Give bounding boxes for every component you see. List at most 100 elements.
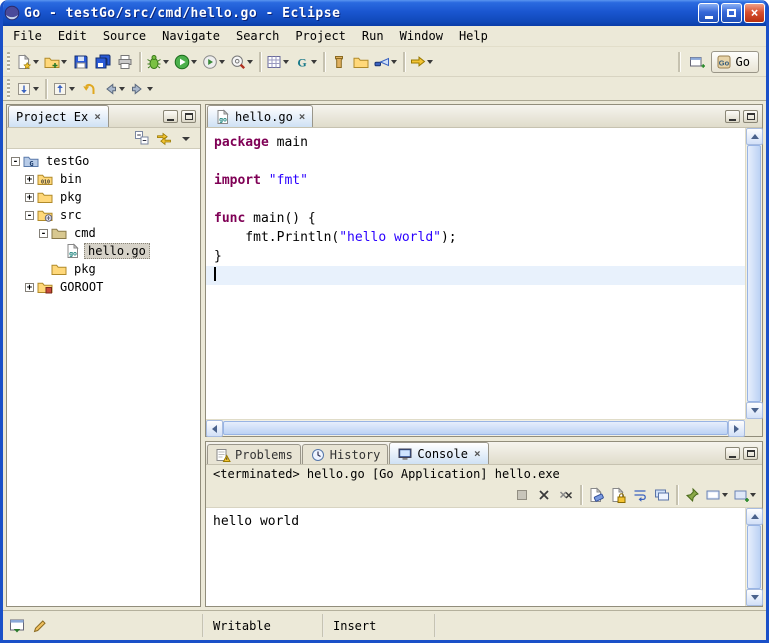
collapse-icon[interactable]: -: [11, 157, 20, 166]
save-all-button[interactable]: [92, 50, 114, 74]
maximize-view-button[interactable]: [181, 110, 196, 123]
open-folder-button[interactable]: [350, 50, 372, 74]
dropdown-arrow-icon[interactable]: [69, 87, 75, 91]
maximize-button[interactable]: [721, 3, 742, 23]
scroll-track[interactable]: [746, 145, 762, 402]
fast-view-button[interactable]: [7, 616, 27, 635]
scroll-left-button[interactable]: [206, 420, 223, 437]
tree-item-hello-go[interactable]: gohello.go: [7, 242, 200, 260]
scroll-up-button[interactable]: [746, 508, 763, 525]
remove-all-launches-button[interactable]: [555, 483, 577, 507]
print-button[interactable]: [114, 50, 136, 74]
tree-item-bin[interactable]: +010bin: [7, 170, 200, 188]
prev-annotation-button[interactable]: [50, 79, 78, 99]
code-line[interactable]: [206, 152, 745, 171]
dropdown-arrow-icon[interactable]: [311, 60, 317, 64]
close-tab-icon[interactable]: ×: [299, 110, 306, 123]
jar-import-button[interactable]: [328, 50, 350, 74]
code-line[interactable]: fmt.Println("hello world");: [206, 228, 745, 247]
minimize-button[interactable]: [698, 3, 719, 23]
maximize-editor-button[interactable]: [743, 110, 758, 123]
expand-icon[interactable]: +: [25, 175, 34, 184]
close-tab-icon[interactable]: ×: [94, 110, 101, 123]
open-console-button[interactable]: [731, 483, 759, 507]
code-line[interactable]: [206, 266, 745, 285]
menu-edit[interactable]: Edit: [50, 27, 95, 45]
scroll-thumb[interactable]: [223, 421, 728, 435]
dropdown-arrow-icon[interactable]: [61, 60, 67, 64]
open-perspective-button[interactable]: [686, 50, 708, 74]
tab-history[interactable]: History: [302, 444, 389, 464]
run-button[interactable]: [172, 50, 200, 74]
tab-hello-go[interactable]: go hello.go ×: [207, 105, 313, 127]
console-vertical-scrollbar[interactable]: [745, 508, 762, 606]
tree-item-pkg[interactable]: +pkg: [7, 188, 200, 206]
remove-launch-button[interactable]: [533, 483, 555, 507]
code-line[interactable]: }: [206, 247, 745, 266]
go-perspective-button[interactable]: Go Go: [711, 51, 759, 73]
dropdown-arrow-icon[interactable]: [722, 493, 728, 497]
last-edit-location-button[interactable]: [78, 79, 100, 99]
toolbar-grip[interactable]: [7, 79, 10, 99]
tab-console[interactable]: Console×: [389, 442, 488, 464]
go-grid-button[interactable]: [264, 50, 292, 74]
scroll-thumb[interactable]: [747, 145, 761, 402]
console-output[interactable]: hello world: [206, 508, 745, 606]
new-wizard-button[interactable]: [14, 50, 42, 74]
scroll-lock-button[interactable]: [607, 483, 629, 507]
scroll-track[interactable]: [746, 525, 762, 589]
dropdown-arrow-icon[interactable]: [163, 60, 169, 64]
pin-console-button[interactable]: [681, 483, 703, 507]
minimize-view-button[interactable]: [163, 110, 178, 123]
external-tools-button[interactable]: [228, 50, 256, 74]
code-editor[interactable]: package mainimport "fmt"func main() { fm…: [206, 128, 745, 419]
view-menu-button[interactable]: [176, 129, 196, 148]
go-new-button[interactable]: G: [292, 50, 320, 74]
tree-item-src[interactable]: -src: [7, 206, 200, 224]
close-tab-icon[interactable]: ×: [474, 447, 481, 460]
collapse-all-button[interactable]: [132, 129, 152, 148]
expand-icon[interactable]: +: [25, 283, 34, 292]
back-button[interactable]: [100, 79, 128, 99]
scroll-track[interactable]: [223, 420, 728, 436]
collapse-icon[interactable]: -: [25, 211, 34, 220]
terminate-button[interactable]: [511, 483, 533, 507]
editor-horizontal-scrollbar[interactable]: [206, 419, 745, 436]
search-button[interactable]: [372, 50, 400, 74]
forward-button[interactable]: [128, 79, 156, 99]
editor-vertical-scrollbar[interactable]: [745, 128, 762, 419]
menu-file[interactable]: File: [5, 27, 50, 45]
tree-item-goroot[interactable]: +GOROOT: [7, 278, 200, 296]
minimize-console-button[interactable]: [725, 447, 740, 460]
menu-run[interactable]: Run: [354, 27, 392, 45]
word-wrap-button[interactable]: [629, 483, 651, 507]
scroll-up-button[interactable]: [746, 128, 763, 145]
menu-source[interactable]: Source: [95, 27, 154, 45]
tree-item-testgo[interactable]: -GtestGo: [7, 152, 200, 170]
next-annotation-button[interactable]: [14, 79, 42, 99]
tab-project-explorer[interactable]: Project Ex ×: [8, 105, 109, 127]
scroll-right-button[interactable]: [728, 420, 745, 437]
run-history-button[interactable]: [200, 50, 228, 74]
scroll-thumb[interactable]: [747, 525, 761, 589]
tree-item-pkg[interactable]: pkg: [7, 260, 200, 278]
dropdown-arrow-icon[interactable]: [33, 87, 39, 91]
dropdown-arrow-icon[interactable]: [750, 493, 756, 497]
team-sync-button[interactable]: [408, 50, 436, 74]
menu-window[interactable]: Window: [392, 27, 451, 45]
code-line[interactable]: import "fmt": [206, 171, 745, 190]
maximize-console-button[interactable]: [743, 447, 758, 460]
dropdown-arrow-icon[interactable]: [219, 60, 225, 64]
scroll-down-button[interactable]: [746, 402, 763, 419]
code-line[interactable]: [206, 190, 745, 209]
expand-icon[interactable]: +: [25, 193, 34, 202]
save-button[interactable]: [70, 50, 92, 74]
close-button[interactable]: ×: [744, 3, 765, 23]
scroll-down-button[interactable]: [746, 589, 763, 606]
dropdown-arrow-icon[interactable]: [147, 87, 153, 91]
dropdown-arrow-icon[interactable]: [119, 87, 125, 91]
link-with-editor-button[interactable]: [154, 129, 174, 148]
titlebar[interactable]: Go - testGo/src/cmd/hello.go - Eclipse ×: [0, 0, 769, 26]
menu-project[interactable]: Project: [287, 27, 354, 45]
tree-item-cmd[interactable]: -cmd: [7, 224, 200, 242]
